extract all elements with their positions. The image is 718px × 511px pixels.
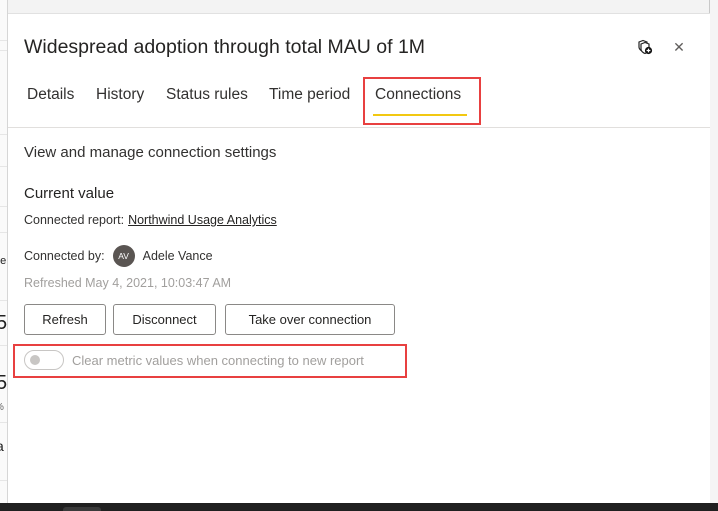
background-text-fragment: 5 bbox=[0, 372, 7, 395]
background-text-fragment: ue bbox=[0, 255, 7, 267]
background-text-fragment: a bbox=[0, 438, 4, 454]
connected-by-row: Connected by: AV Adele Vance bbox=[24, 245, 213, 267]
connected-report-label: Connected report: bbox=[24, 213, 125, 227]
connected-report-row: Connected report: Northwind Usage Analyt… bbox=[24, 213, 277, 227]
background-text-fragment: 5 bbox=[0, 312, 7, 335]
current-value-heading: Current value bbox=[24, 185, 115, 202]
taskbar-item[interactable] bbox=[63, 507, 101, 511]
refresh-button[interactable]: Refresh bbox=[24, 304, 106, 335]
metric-details-panel: Widespread adoption through total MAU of… bbox=[8, 13, 710, 503]
background-page: ue 5 5 % a bbox=[0, 0, 8, 503]
tab-history[interactable]: History bbox=[96, 86, 144, 104]
connections-tab-highlight bbox=[363, 77, 481, 125]
scrollbar-track[interactable] bbox=[709, 0, 718, 503]
tab-bar: Details History Status rules Time period… bbox=[8, 76, 710, 126]
clear-values-toggle-row: Clear metric values when connecting to n… bbox=[24, 350, 364, 370]
panel-title: Widespread adoption through total MAU of… bbox=[24, 36, 426, 58]
close-icon[interactable]: ✕ bbox=[670, 38, 688, 56]
toggle-knob bbox=[30, 355, 40, 365]
connected-report-link[interactable]: Northwind Usage Analytics bbox=[128, 213, 277, 227]
tab-time-period[interactable]: Time period bbox=[269, 86, 350, 104]
connect-shield-add-icon[interactable] bbox=[636, 38, 654, 56]
clear-values-toggle-label: Clear metric values when connecting to n… bbox=[72, 352, 364, 368]
section-title: View and manage connection settings bbox=[24, 144, 277, 161]
disconnect-button[interactable]: Disconnect bbox=[113, 304, 216, 335]
clear-values-toggle[interactable] bbox=[24, 350, 64, 370]
user-name: Adele Vance bbox=[142, 249, 213, 263]
take-over-connection-button[interactable]: Take over connection bbox=[225, 304, 395, 335]
tab-status-rules[interactable]: Status rules bbox=[166, 86, 248, 104]
tab-details[interactable]: Details bbox=[27, 86, 74, 104]
refreshed-timestamp: Refreshed May 4, 2021, 10:03:47 AM bbox=[24, 276, 232, 290]
connected-by-label: Connected by: bbox=[24, 249, 105, 263]
background-text-fragment: % bbox=[0, 402, 4, 413]
taskbar bbox=[0, 503, 718, 511]
tab-divider bbox=[8, 127, 710, 128]
avatar: AV bbox=[112, 245, 135, 267]
